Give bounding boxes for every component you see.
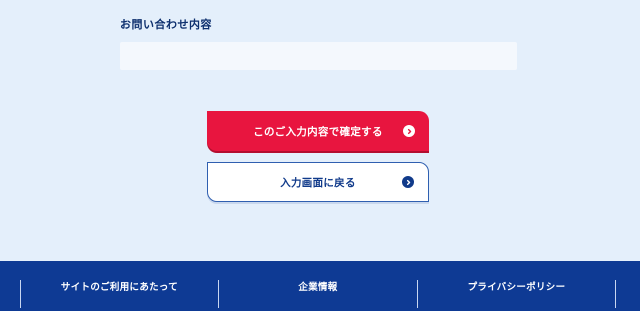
footer-link-site-usage[interactable]: サイトのご利用にあたって bbox=[21, 261, 218, 311]
footer-link-company-info[interactable]: 企業情報 bbox=[219, 261, 417, 311]
chevron-right-icon bbox=[402, 176, 414, 188]
inquiry-content-value bbox=[120, 42, 517, 70]
footer-divider bbox=[615, 280, 616, 308]
confirm-button[interactable]: このご入力内容で確定する bbox=[207, 111, 429, 151]
back-button-label: 入力画面に戻る bbox=[280, 176, 356, 189]
footer-link-privacy-policy[interactable]: プライバシーポリシー bbox=[418, 261, 615, 311]
inquiry-label: お問い合わせ内容 bbox=[120, 18, 212, 31]
back-to-input-button[interactable]: 入力画面に戻る bbox=[207, 162, 429, 202]
site-footer: サイトのご利用にあたって 企業情報 プライバシーポリシー bbox=[0, 261, 640, 311]
confirm-button-label: このご入力内容で確定する bbox=[253, 125, 383, 138]
chevron-right-icon bbox=[403, 125, 415, 137]
